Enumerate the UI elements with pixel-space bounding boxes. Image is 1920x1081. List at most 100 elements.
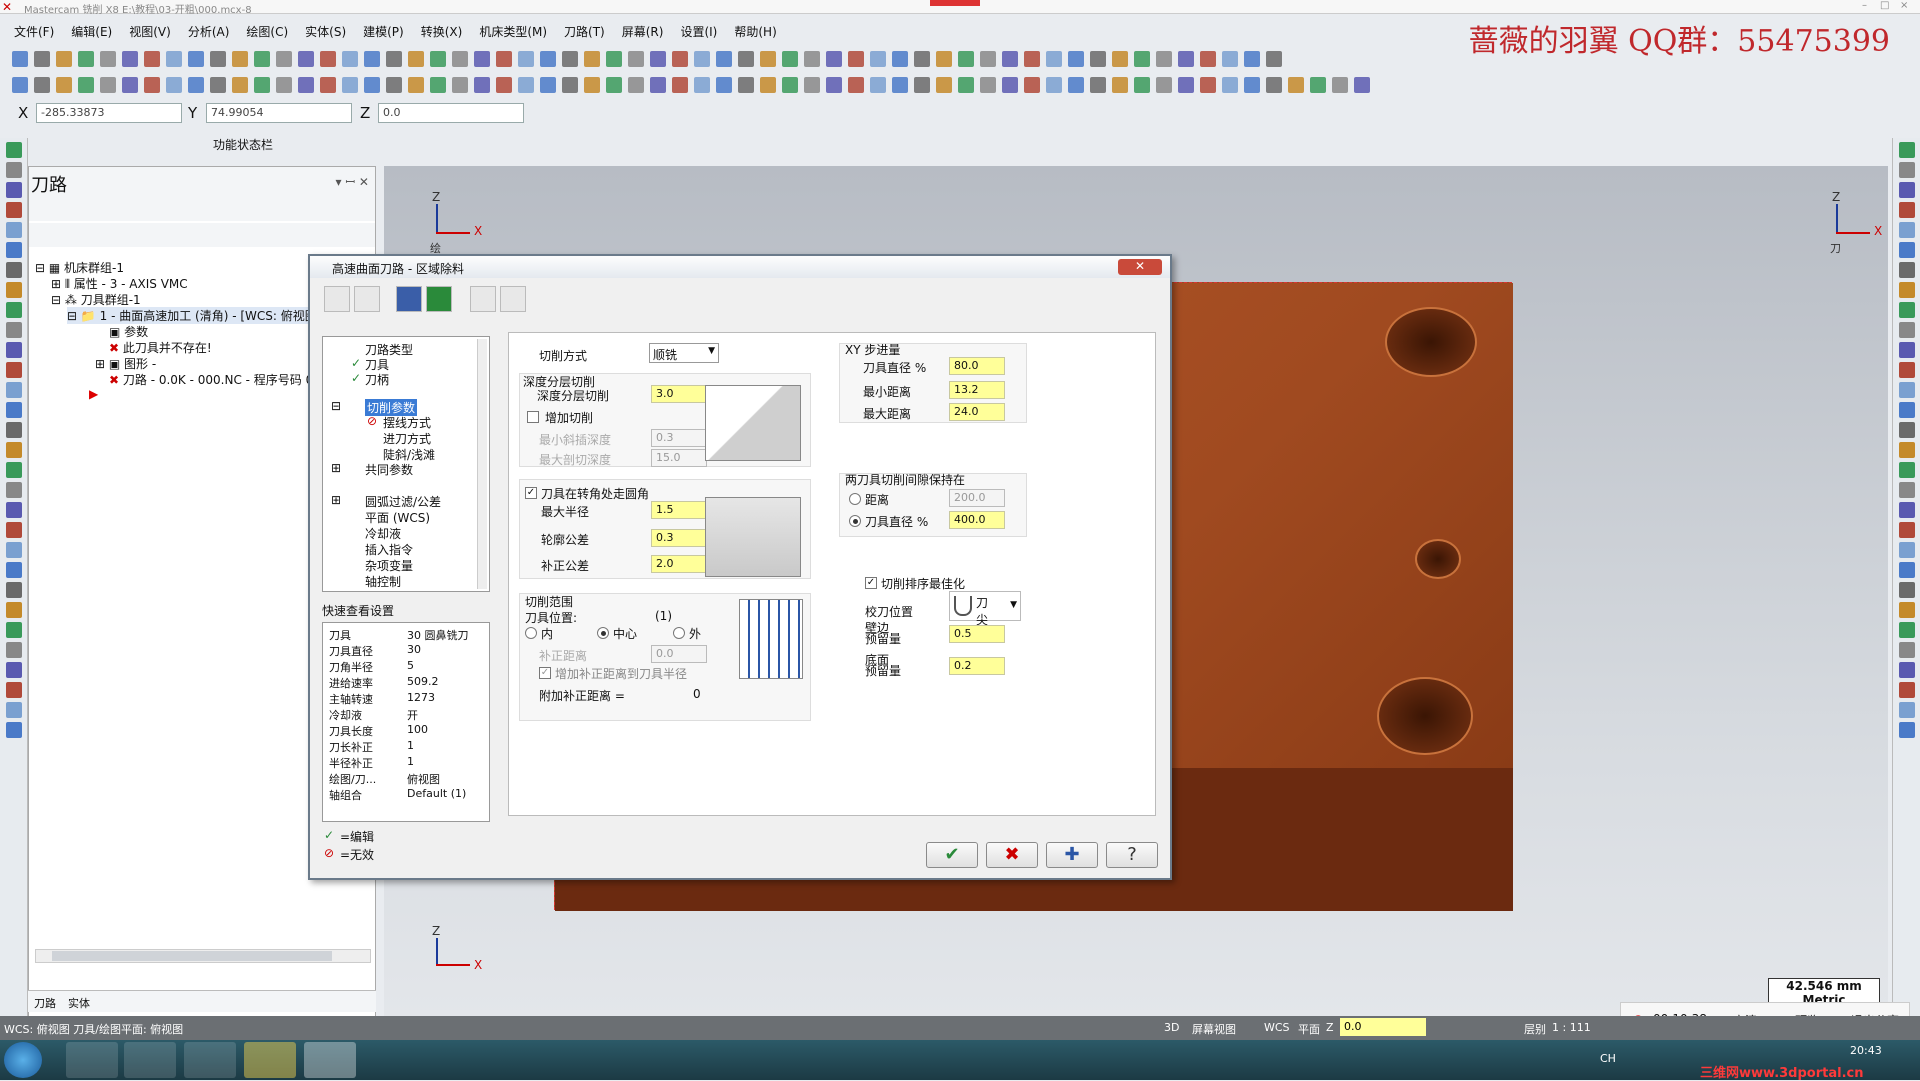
side-toolbar-icon[interactable] xyxy=(6,582,22,598)
maximize-button[interactable]: □ xyxy=(1880,0,1889,11)
cut-method-select[interactable]: 顺铣 ▼ xyxy=(649,343,719,363)
toolbar-icon[interactable] xyxy=(672,51,688,67)
side-toolbar-icon[interactable] xyxy=(6,682,22,698)
toolbar-icon[interactable] xyxy=(144,51,160,67)
toolbar-icon[interactable] xyxy=(826,77,842,93)
toolbar-icon[interactable] xyxy=(562,51,578,67)
side-toolbar-icon[interactable] xyxy=(1899,162,1915,178)
side-toolbar-icon[interactable] xyxy=(6,542,22,558)
tree-scrollbar[interactable] xyxy=(35,949,371,963)
toolbar-icon[interactable] xyxy=(782,77,798,93)
tree-operation[interactable]: ⊟ 📁 1 - 曲面高速加工 (清角) - [WCS: 俯视图 xyxy=(67,307,317,324)
menu-create[interactable]: 绘图(C) xyxy=(246,23,288,40)
delete-icon-button[interactable] xyxy=(500,286,526,312)
copy-icon-button[interactable] xyxy=(354,286,380,312)
toolbar-icon[interactable] xyxy=(496,77,512,93)
nav-entry[interactable]: 进刀方式 xyxy=(383,430,431,447)
side-toolbar-icon[interactable] xyxy=(6,502,22,518)
side-toolbar-icon[interactable] xyxy=(6,402,22,418)
optimize-order-checkbox[interactable]: ✓ xyxy=(865,577,877,589)
menu-help[interactable]: 帮助(H) xyxy=(734,23,776,40)
offset-dist-input[interactable]: 0.0 xyxy=(651,645,707,663)
toolbar-icon[interactable] xyxy=(1200,77,1216,93)
gap-tool-dia-input[interactable]: 400.0 xyxy=(949,511,1005,529)
side-toolbar-icon[interactable] xyxy=(1899,282,1915,298)
toolbar-icon[interactable] xyxy=(474,77,490,93)
toolbar-icon[interactable] xyxy=(254,51,270,67)
toolbar-icon[interactable] xyxy=(782,51,798,67)
toolbar-icon[interactable] xyxy=(1046,77,1062,93)
max-cut-input[interactable]: 15.0 xyxy=(651,449,707,467)
side-toolbar-icon[interactable] xyxy=(6,182,22,198)
max-dist-input[interactable]: 24.0 xyxy=(949,403,1005,421)
nav-scrollbar[interactable] xyxy=(477,339,487,589)
toolbar-icon[interactable] xyxy=(848,51,864,67)
z-coordinate-input[interactable]: 0.0 xyxy=(378,103,524,123)
toolbar-icon[interactable] xyxy=(408,77,424,93)
min-dist-input[interactable]: 13.2 xyxy=(949,381,1005,399)
side-toolbar-icon[interactable] xyxy=(6,202,22,218)
side-toolbar-icon[interactable] xyxy=(6,242,22,258)
nav-trochoidal[interactable]: 摆线方式 xyxy=(383,414,431,431)
mastercam-icon[interactable] xyxy=(304,1042,356,1078)
toolbar-icon[interactable] xyxy=(518,51,534,67)
menu-file[interactable]: 文件(F) xyxy=(14,23,54,40)
dialog-close-button[interactable]: ✕ xyxy=(1118,259,1162,275)
toolbar-icon[interactable] xyxy=(386,77,402,93)
ime-indicator[interactable]: CH xyxy=(1600,1052,1616,1065)
side-toolbar-icon[interactable] xyxy=(6,342,22,358)
toolbar-icon[interactable] xyxy=(936,51,952,67)
toolbar-icon[interactable] xyxy=(870,77,886,93)
menu-toolpaths[interactable]: 刀路(T) xyxy=(564,23,605,40)
toolbar-icon[interactable] xyxy=(1068,51,1084,67)
toolbar-icon[interactable] xyxy=(1332,77,1348,93)
gap-distance-input[interactable]: 200.0 xyxy=(949,489,1005,507)
menu-machine[interactable]: 机床类型(M) xyxy=(479,23,547,40)
toolbar-icon[interactable] xyxy=(716,77,732,93)
side-toolbar-icon[interactable] xyxy=(1899,602,1915,618)
toolbar-icon[interactable] xyxy=(1178,77,1194,93)
toolbar-icon[interactable] xyxy=(122,77,138,93)
depth-step-input[interactable]: 3.0 xyxy=(651,385,707,403)
toolbar-icon[interactable] xyxy=(540,51,556,67)
menu-xform[interactable]: 转换(X) xyxy=(421,23,463,40)
side-toolbar-icon[interactable] xyxy=(6,562,22,578)
side-toolbar-icon[interactable] xyxy=(6,302,22,318)
side-toolbar-icon[interactable] xyxy=(1899,502,1915,518)
apply-button[interactable]: ✚ xyxy=(1046,842,1098,868)
side-toolbar-icon[interactable] xyxy=(1899,182,1915,198)
toolbar-icon[interactable] xyxy=(1244,77,1260,93)
explorer-icon[interactable] xyxy=(124,1042,176,1078)
side-toolbar-icon[interactable] xyxy=(6,362,22,378)
menu-settings[interactable]: 设置(I) xyxy=(680,23,717,40)
toolbar-icon[interactable] xyxy=(232,77,248,93)
toolbar-icon[interactable] xyxy=(562,77,578,93)
side-toolbar-icon[interactable] xyxy=(1899,382,1915,398)
side-toolbar-icon[interactable] xyxy=(6,642,22,658)
corner-round-checkbox[interactable]: ✓ xyxy=(525,487,537,499)
toolbar-icon[interactable] xyxy=(188,77,204,93)
tab-solids[interactable]: 实体 xyxy=(68,995,90,1011)
nav-holder[interactable]: 刀柄 xyxy=(365,371,389,388)
side-toolbar-icon[interactable] xyxy=(6,622,22,638)
toolbar-icon[interactable] xyxy=(166,77,182,93)
toolbar-icon[interactable] xyxy=(738,51,754,67)
toolbar-icon[interactable] xyxy=(1112,51,1128,67)
side-toolbar-icon[interactable] xyxy=(6,422,22,438)
tree-tool-group[interactable]: ⊟ ⁂ 刀具群组-1 xyxy=(51,291,141,308)
toolbar-icon[interactable] xyxy=(1090,51,1106,67)
side-toolbar-icon[interactable] xyxy=(6,522,22,538)
plane-button[interactable]: 平面 xyxy=(1298,1021,1320,1037)
toolbar-icon[interactable] xyxy=(452,77,468,93)
menu-analyze[interactable]: 分析(A) xyxy=(188,23,230,40)
gap-distance-radio[interactable] xyxy=(849,493,861,505)
side-toolbar-icon[interactable] xyxy=(1899,222,1915,238)
side-toolbar-icon[interactable] xyxy=(6,702,22,718)
side-toolbar-icon[interactable] xyxy=(1899,302,1915,318)
toolbar-icon[interactable] xyxy=(650,77,666,93)
toolbar-icon[interactable] xyxy=(760,51,776,67)
panel-pin-icon[interactable]: ▾ ꟷ ✕ xyxy=(336,173,369,190)
toolbar-icon[interactable] xyxy=(364,51,380,67)
toolbar-icon[interactable] xyxy=(56,77,72,93)
toolbar-icon[interactable] xyxy=(540,77,556,93)
